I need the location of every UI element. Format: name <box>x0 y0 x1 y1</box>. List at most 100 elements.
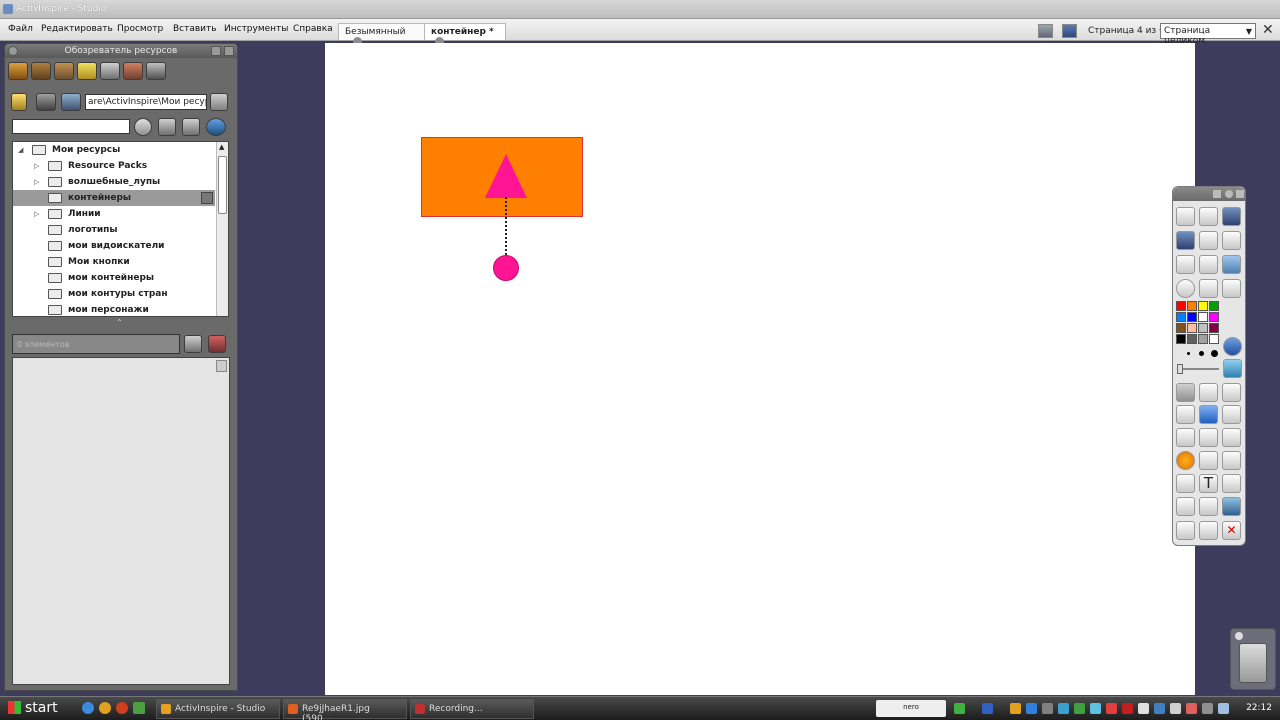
help-icon[interactable] <box>1223 337 1242 356</box>
advanced-search-icon[interactable] <box>158 118 176 136</box>
toolbox-pin-icon[interactable] <box>1225 190 1233 198</box>
color-swatch-brown[interactable] <box>1176 323 1186 333</box>
pen-width-slider-handle[interactable] <box>1177 364 1183 374</box>
folder-menu-icon[interactable] <box>201 192 213 204</box>
flipchart-page[interactable] <box>325 43 1195 695</box>
undo-icon[interactable] <box>1176 521 1195 540</box>
text-edit-icon[interactable] <box>1176 497 1195 516</box>
insert-icon[interactable] <box>1222 474 1241 493</box>
browser-tab-notes-icon[interactable] <box>54 62 74 80</box>
reset-page-icon[interactable] <box>1222 497 1241 516</box>
tree-item-my-country-outlines[interactable]: мои контуры стран <box>13 286 215 302</box>
volume-icon[interactable] <box>1218 703 1229 714</box>
tree-item-lines[interactable]: ▷ Линии <box>13 206 215 222</box>
tray-app-icon-5[interactable] <box>1074 703 1085 714</box>
thumbnail-view-icon[interactable] <box>184 335 202 353</box>
tray-app-icon-11[interactable] <box>1170 703 1181 714</box>
tree-item-resource-packs[interactable]: ▷ Resource Packs <box>13 158 215 174</box>
expand-icon[interactable]: ▷ <box>34 178 39 186</box>
menu-insert[interactable]: Вставить <box>173 24 217 34</box>
color-swatch-blue[interactable] <box>1187 312 1197 322</box>
task-activinspire[interactable]: ActivInspire - Studio <box>156 699 280 719</box>
color-swatch-maroon[interactable] <box>1209 323 1219 333</box>
tray-app-icon-10[interactable] <box>1154 703 1165 714</box>
scroll-up-icon[interactable]: ▲ <box>219 143 224 151</box>
browser-tab-actions-icon[interactable] <box>123 62 143 80</box>
quicklaunch-browser-icon[interactable] <box>99 702 111 714</box>
connector-icon[interactable] <box>1222 428 1241 447</box>
trash-pin-icon[interactable] <box>1235 632 1243 640</box>
window-close-icon[interactable]: ✕ <box>1262 22 1274 38</box>
delete-icon[interactable]: ✕ <box>1222 521 1241 540</box>
menu-view[interactable]: Просмотр <box>117 24 163 34</box>
tree-item-containers[interactable]: контейнеры <box>13 190 215 206</box>
marker-icon[interactable] <box>1222 405 1241 424</box>
magic-pen-icon[interactable] <box>1199 428 1218 447</box>
expand-icon[interactable]: ▷ <box>34 162 39 170</box>
browse-folder-icon[interactable] <box>210 93 228 111</box>
resources-tool-icon[interactable] <box>1176 474 1195 493</box>
pen-width-slider[interactable] <box>1177 368 1219 370</box>
pen-width-medium-icon[interactable] <box>1199 351 1204 356</box>
color-swatch-white-2[interactable] <box>1209 334 1219 344</box>
browser-tab-properties-icon[interactable] <box>100 62 120 80</box>
menu-help[interactable]: Справка <box>293 24 333 34</box>
toolbox-header[interactable] <box>1173 187 1245 201</box>
main-menu-icon[interactable] <box>1176 207 1195 226</box>
resource-path-field[interactable]: are\ActivInspire\Мои ресурсы <box>85 94 207 110</box>
start-button[interactable]: start <box>0 697 70 720</box>
tray-arrow-icon[interactable] <box>954 703 965 714</box>
menu-tools[interactable]: Инструменты <box>224 24 288 34</box>
dual-user-mode-icon[interactable] <box>1222 207 1241 226</box>
color-swatch-dark-grey[interactable] <box>1187 334 1197 344</box>
color-swatch-orange[interactable] <box>1187 301 1197 311</box>
color-swatch-green[interactable] <box>1209 301 1219 311</box>
shape-tool-icon[interactable] <box>1176 451 1195 470</box>
select-tool-icon[interactable] <box>1176 383 1195 402</box>
quicklaunch-media-icon[interactable] <box>116 702 128 714</box>
tree-item-my-containers[interactable]: мои контейнеры <box>13 270 215 286</box>
fill-tool-icon[interactable] <box>1223 359 1242 378</box>
tray-app-icon-13[interactable] <box>1202 703 1213 714</box>
expand-icon[interactable]: ◢ <box>18 146 23 154</box>
quicklaunch-app-icon[interactable] <box>133 702 145 714</box>
pen-icon[interactable] <box>1176 405 1195 424</box>
zoom-select[interactable]: Страница целиком ▼ <box>1160 23 1256 46</box>
magic-ink-icon[interactable] <box>1199 383 1218 402</box>
browser-tab-objects-icon[interactable] <box>77 62 97 80</box>
eraser-icon[interactable] <box>1222 383 1241 402</box>
dual-user-icon[interactable] <box>1062 24 1077 38</box>
nero-badge[interactable]: nero <box>876 700 946 717</box>
clear-icon[interactable] <box>1199 497 1218 516</box>
toolbox-settings-icon[interactable] <box>1213 190 1221 198</box>
tree-item-logos[interactable]: логотипы <box>13 222 215 238</box>
tree-item-my-characters[interactable]: мои персонажи <box>13 302 215 316</box>
line-tool-icon[interactable] <box>1199 451 1218 470</box>
color-swatch-peach[interactable] <box>1187 323 1197 333</box>
tree-scrollbar[interactable]: ▲ <box>216 142 228 316</box>
shared-resources-icon[interactable] <box>36 93 56 111</box>
browser-tab-resources-icon[interactable] <box>8 62 28 80</box>
menu-edit[interactable]: Редактировать <box>41 24 113 34</box>
menu-file[interactable]: Файл <box>8 24 33 34</box>
expand-icon[interactable]: ▷ <box>34 210 39 218</box>
splitter-arrow-icon[interactable]: ⌃ <box>116 318 123 327</box>
stamp-icon[interactable] <box>1222 451 1241 470</box>
clipboard-icon[interactable] <box>1222 279 1241 298</box>
computer-icon[interactable] <box>61 93 81 111</box>
web-search-icon[interactable] <box>206 118 226 136</box>
redo-icon[interactable] <box>1199 521 1218 540</box>
brush-icon[interactable] <box>1176 428 1195 447</box>
highlighter-icon[interactable] <box>1199 405 1218 424</box>
previous-page-icon[interactable] <box>1176 255 1195 274</box>
play-icon[interactable] <box>1176 279 1195 298</box>
task-image-viewer[interactable]: Re9jJhaeR1.jpg (590... <box>283 699 407 720</box>
page-reset-icon[interactable] <box>1222 255 1241 274</box>
resource-items-area[interactable] <box>12 357 230 685</box>
text-tool-icon[interactable]: T <box>1199 474 1218 493</box>
page-view-icon[interactable] <box>1038 24 1053 38</box>
tray-app-icon-7[interactable] <box>1106 703 1117 714</box>
tray-app-icon-8[interactable] <box>1122 703 1133 714</box>
color-swatch-white[interactable] <box>1198 312 1208 322</box>
resource-search-input[interactable] <box>12 119 130 134</box>
